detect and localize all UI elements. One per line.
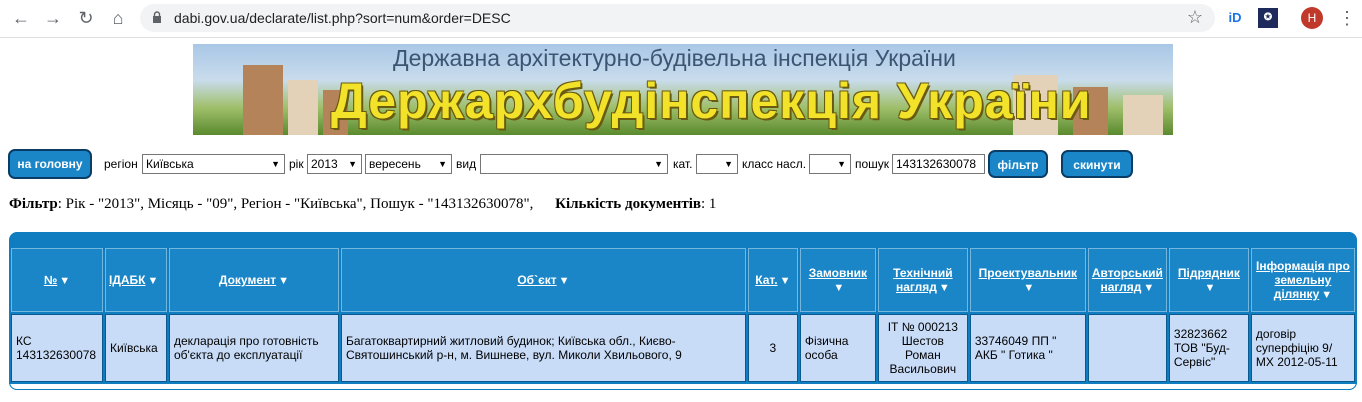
column-header-number[interactable]: № ▼	[11, 248, 103, 312]
cell-contractor: 32823662 ТОВ "Буд-Сервіс"	[1168, 314, 1249, 382]
category-label: кат.	[673, 157, 693, 171]
dropdown-arrow-icon: ▼	[271, 159, 280, 169]
type-select[interactable]: ▼	[480, 154, 668, 174]
table-row: КС 143132630078 Київська декларація про …	[11, 314, 1355, 382]
lock-icon	[153, 11, 161, 23]
cell-category: 3	[747, 314, 798, 382]
extension-icon[interactable]: ✪	[1258, 8, 1278, 28]
column-header-label: Замовник	[808, 266, 867, 280]
column-header-contractor[interactable]: Підрядник ▼	[1168, 248, 1249, 312]
url-text: dabi.gov.ua/declarate/list.php?sort=num&…	[174, 10, 511, 26]
forward-icon[interactable]: →	[42, 7, 64, 29]
browser-toolbar: ← → ↻ ⌂ dabi.gov.ua/declarate/list.php?s…	[0, 0, 1362, 38]
column-header-label: Об`єкт	[517, 273, 557, 287]
year-label: рік	[289, 157, 304, 171]
column-header-customer[interactable]: Замовник ▼	[799, 248, 876, 312]
banner-subtitle: Державна архітектурно-будівельна інспекц…	[393, 45, 956, 71]
column-header-label: ІДАБК	[108, 273, 146, 287]
column-header-category[interactable]: Кат. ▼	[747, 248, 798, 312]
column-header-label: Кат.	[755, 273, 778, 287]
column-header-label: №	[43, 273, 58, 287]
dropdown-arrow-icon: ▼	[654, 159, 663, 169]
column-header-designer[interactable]: Проектувальник ▼	[969, 248, 1086, 312]
sort-arrow-icon: ▼	[779, 275, 791, 287]
cell-object: Багатоквартирний житловий будинок; Київс…	[340, 314, 746, 382]
cell-designer: 33746049 ПП " АКБ " Готика "	[969, 314, 1086, 382]
dropdown-arrow-icon: ▼	[724, 159, 733, 169]
sort-arrow-icon: ▼	[147, 275, 159, 287]
banner-building-graphic	[288, 80, 318, 135]
year-select[interactable]: 2013 ▼	[307, 154, 362, 174]
search-input[interactable]	[892, 154, 985, 174]
banner-title: Держархбудінспекція України	[331, 73, 1092, 129]
class-label: класс насл.	[742, 157, 807, 171]
column-header-label: Підрядник	[1177, 266, 1240, 280]
reset-button[interactable]: скинути	[1061, 150, 1133, 178]
region-label: регіон	[104, 157, 138, 171]
region-select-value: Київська	[146, 157, 194, 171]
filter-summary: Фільтр: Рік - "2013", Місяць - "09", Рег…	[9, 196, 716, 213]
profile-avatar[interactable]: H	[1301, 7, 1323, 29]
month-select-value: вересень	[369, 157, 421, 171]
home-icon[interactable]: ⌂	[107, 7, 129, 29]
sort-arrow-icon: ▼	[938, 282, 950, 294]
cell-idabk: Київська	[104, 314, 167, 382]
back-icon[interactable]: ←	[10, 7, 32, 29]
reload-icon[interactable]: ↻	[75, 7, 97, 29]
filter-button[interactable]: фільтр	[988, 150, 1048, 178]
site-banner: Державна архітектурно-будівельна інспекц…	[193, 44, 1173, 135]
filter-summary-label: Фільтр	[9, 196, 58, 212]
table-header-row: № ▼ ІДАБК ▼ Документ ▼ Об`єкт ▼ Кат. ▼ Замовн…	[11, 248, 1355, 312]
sort-arrow-icon: ▼	[278, 275, 290, 287]
browser-menu-icon[interactable]: ⋮	[1338, 7, 1356, 29]
cell-number: КС 143132630078	[11, 314, 103, 382]
cell-author-supervision	[1087, 314, 1167, 382]
cell-land-info: договір суперфіцію 9/МХ 2012-05-11	[1250, 314, 1355, 382]
address-bar[interactable]: dabi.gov.ua/declarate/list.php?sort=num&…	[140, 4, 1215, 32]
sort-arrow-icon: ▼	[59, 275, 71, 287]
home-button[interactable]: на головну	[8, 149, 92, 179]
dropdown-arrow-icon: ▼	[348, 159, 357, 169]
column-header-label: Документ	[218, 273, 277, 287]
sort-arrow-icon: ▼	[1023, 282, 1035, 294]
sort-arrow-icon: ▼	[1204, 282, 1216, 294]
column-header-object[interactable]: Об`єкт ▼	[340, 248, 746, 312]
filter-summary-text: : Рік - "2013", Місяць - "09", Регіон - …	[57, 196, 534, 212]
category-select[interactable]: ▼	[696, 154, 738, 174]
cell-technical-supervision: ІТ № 000213 Шестов Роман Васильович	[877, 314, 968, 382]
sort-arrow-icon: ▼	[1321, 289, 1333, 301]
column-header-label: Інформація про земельну ділянку	[1256, 259, 1350, 301]
extension-id-icon[interactable]: iD	[1225, 8, 1245, 28]
month-select[interactable]: вересень ▼	[365, 154, 452, 174]
region-select[interactable]: Київська ▼	[142, 154, 285, 174]
banner-building-graphic	[1123, 95, 1163, 135]
cell-document: декларація про готовність об'єкта до екс…	[168, 314, 339, 382]
sort-arrow-icon: ▼	[558, 275, 570, 287]
class-select[interactable]: ▼	[809, 154, 851, 174]
column-header-author-supervision[interactable]: Авторський нагляд ▼	[1087, 248, 1167, 312]
banner-building-graphic	[243, 65, 283, 135]
document-count-label: Кількість документів	[555, 196, 701, 212]
column-header-technical-supervision[interactable]: Технічний нагляд ▼	[877, 248, 968, 312]
sort-arrow-icon: ▼	[1143, 282, 1155, 294]
dropdown-arrow-icon: ▼	[438, 159, 447, 169]
search-label: пошук	[855, 157, 890, 171]
document-count-value: : 1	[700, 196, 717, 212]
type-label: вид	[456, 157, 477, 171]
results-table: № ▼ ІДАБК ▼ Документ ▼ Об`єкт ▼ Кат. ▼ Замовн…	[9, 246, 1357, 384]
dropdown-arrow-icon: ▼	[837, 159, 846, 169]
cell-customer: Фізична особа	[799, 314, 876, 382]
column-header-land-info[interactable]: Інформація про земельну ділянку ▼	[1250, 248, 1355, 312]
sort-arrow-icon: ▼	[833, 282, 845, 294]
year-select-value: 2013	[311, 157, 338, 171]
bookmark-star-icon[interactable]: ☆	[1187, 7, 1203, 28]
column-header-document[interactable]: Документ ▼	[168, 248, 339, 312]
column-header-idabk[interactable]: ІДАБК ▼	[104, 248, 167, 312]
column-header-label: Проектувальник	[978, 266, 1077, 280]
